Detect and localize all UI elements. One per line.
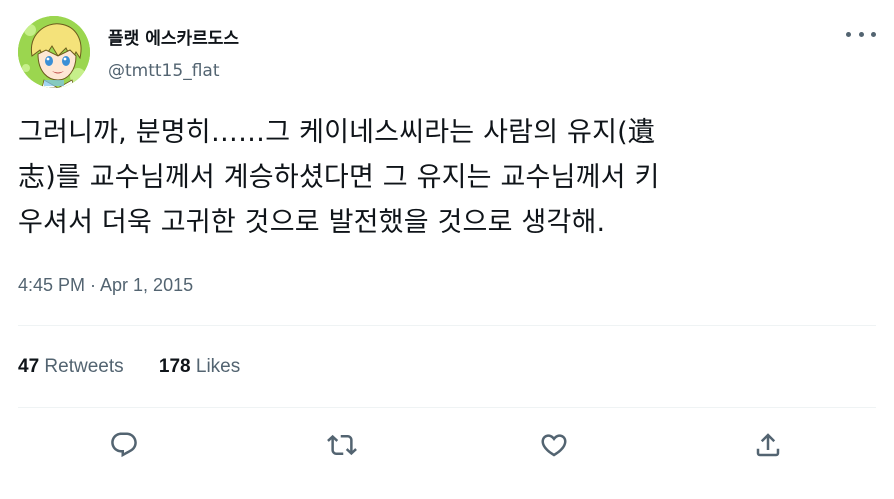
user-handle[interactable]: @tmtt15_flat <box>108 61 219 81</box>
retweets-count: 47 <box>18 356 40 377</box>
tweet-text: 그러니까, 분명히……그 케이네스씨라는 사람의 유지(遺 志)를 교수님께서 … <box>18 110 880 245</box>
more-dot <box>858 31 864 37</box>
more-dot <box>846 31 851 37</box>
retweets-label: Retweets <box>44 356 124 377</box>
tweet-line: 우셔서 더욱 고귀한 것으로 발전했을 것으로 생각해. <box>18 207 606 238</box>
avatar[interactable] <box>18 16 90 88</box>
display-name[interactable]: 플랫 에스카르도스 <box>108 24 239 49</box>
share-icon <box>756 433 780 457</box>
tweet-card: 플랫 에스카르도스 @tmtt15_flat 그러니까, 분명히……그 케이네스… <box>0 0 894 499</box>
retweet-button[interactable] <box>325 428 359 462</box>
like-button[interactable] <box>537 428 571 462</box>
retweet-icon <box>327 434 357 456</box>
share-button[interactable] <box>751 428 785 462</box>
tweet-timestamp[interactable]: 4:45 PM · Apr 1, 2015 <box>18 275 193 296</box>
likes-count: 178 <box>158 356 191 377</box>
likes-label: Likes <box>195 356 241 377</box>
divider <box>18 407 876 408</box>
tweet-stats: 47 Retweets 178 Likes <box>18 356 270 378</box>
reply-button[interactable] <box>107 428 141 462</box>
tweet-line: 그러니까, 분명히……그 케이네스씨라는 사람의 유지(遺 <box>18 117 656 148</box>
divider <box>18 325 876 326</box>
tweet-line: 志)를 교수님께서 계승하셨다면 그 유지는 교수님께서 키 <box>18 162 660 193</box>
likes-stat[interactable]: 178 Likes <box>159 356 240 378</box>
reply-icon <box>111 432 137 458</box>
anime-avatar-icon <box>18 16 90 88</box>
retweets-stat[interactable]: 47 Retweets <box>18 356 124 378</box>
more-dot <box>871 31 876 37</box>
like-icon <box>541 434 567 457</box>
more-options-icon[interactable] <box>846 25 876 43</box>
